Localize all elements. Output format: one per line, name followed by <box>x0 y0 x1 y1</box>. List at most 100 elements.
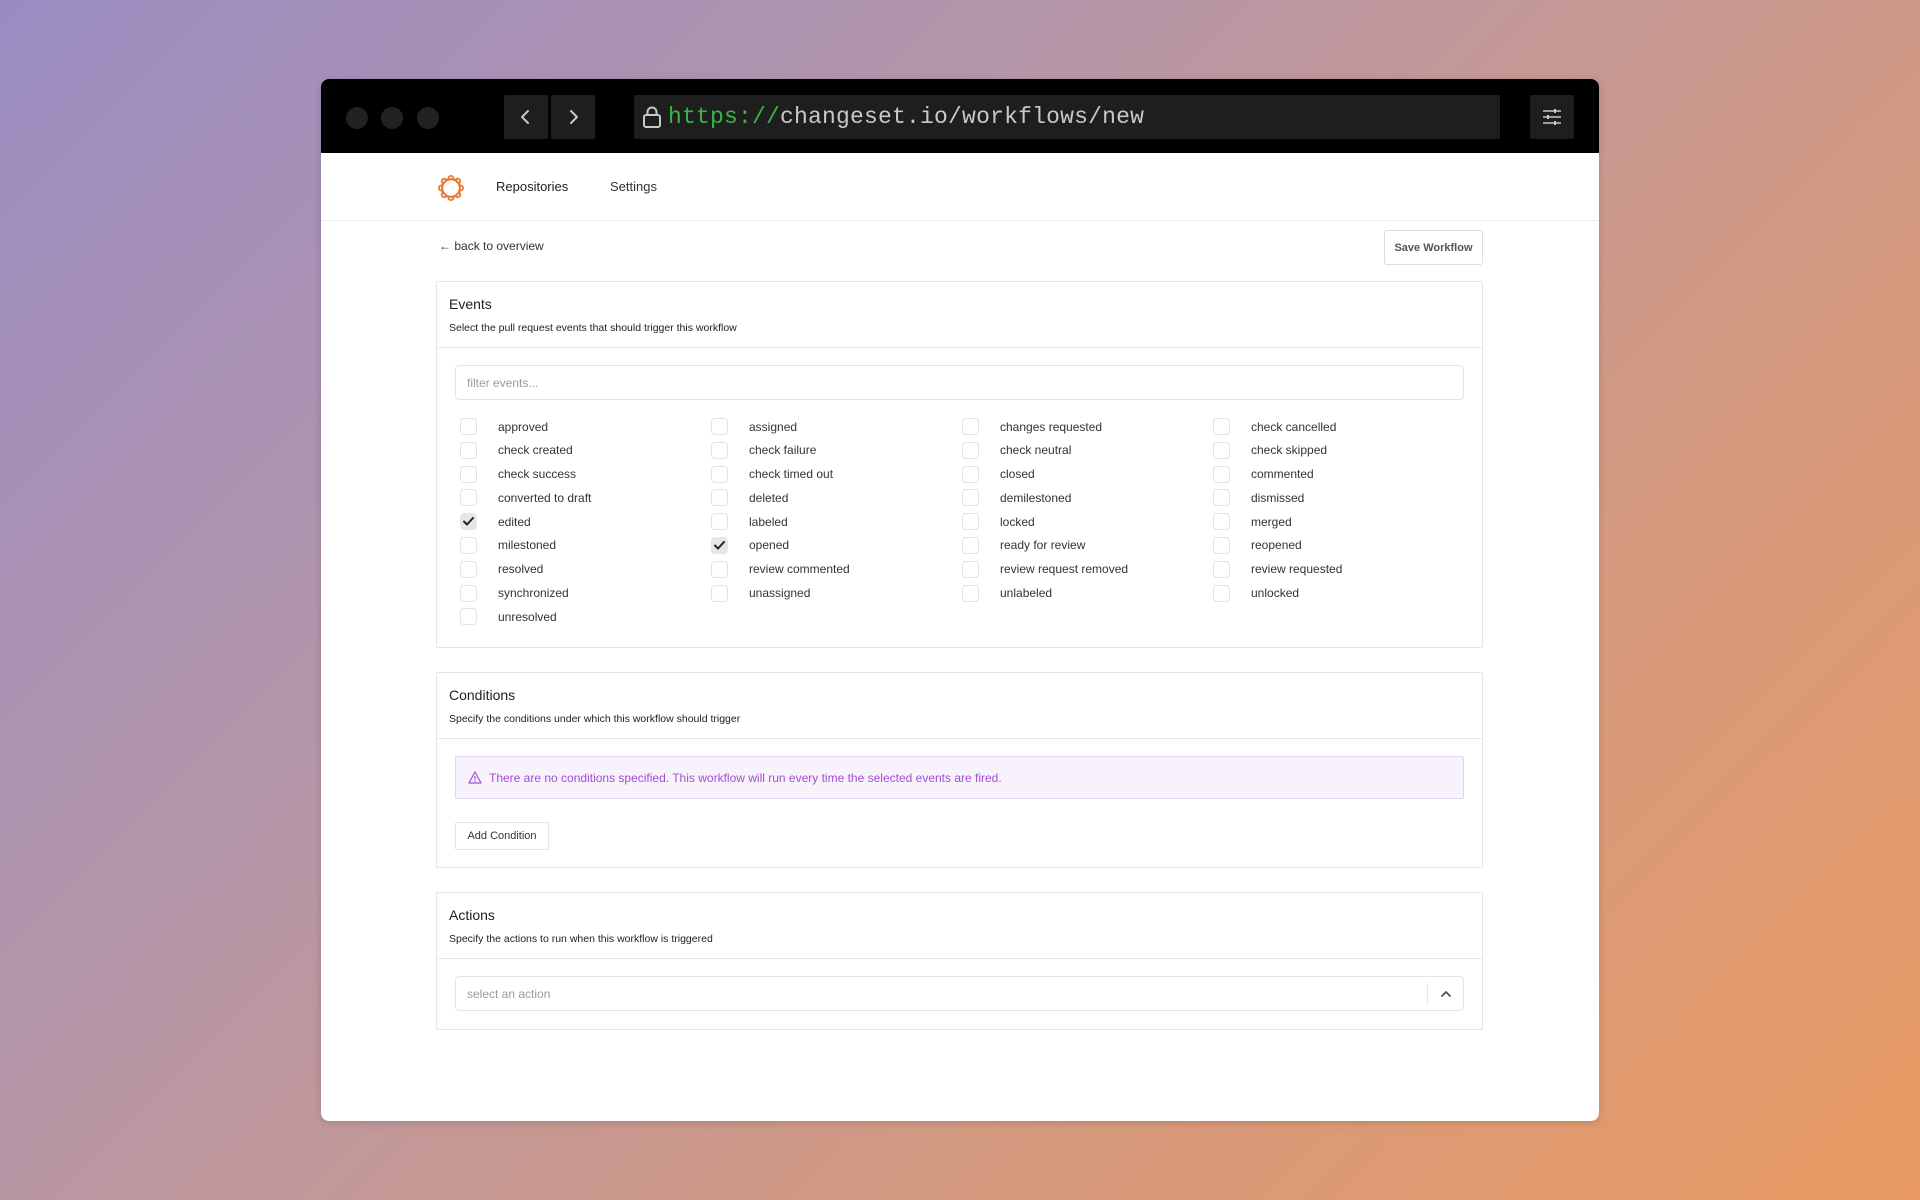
filter-events-input[interactable] <box>455 365 1464 400</box>
event-option[interactable]: check failure <box>711 441 962 459</box>
app-navbar: Repositories Settings <box>321 153 1599 221</box>
event-checkbox[interactable] <box>1213 584 1230 602</box>
event-checkbox[interactable] <box>1213 441 1230 459</box>
window-maximize-button[interactable] <box>417 107 439 129</box>
event-checkbox[interactable] <box>962 560 979 578</box>
event-option[interactable]: check skipped <box>1213 441 1464 459</box>
event-option[interactable]: dismissed <box>1213 489 1464 507</box>
nav-settings[interactable]: Settings <box>610 179 657 194</box>
event-checkbox[interactable] <box>962 513 979 531</box>
event-checkbox[interactable] <box>962 489 979 507</box>
event-checkbox[interactable] <box>1213 489 1230 507</box>
event-option[interactable]: approved <box>460 418 711 435</box>
event-option[interactable]: check success <box>460 465 711 483</box>
event-checkbox[interactable] <box>460 560 477 578</box>
event-option[interactable]: unlocked <box>1213 584 1464 602</box>
event-option[interactable]: reopened <box>1213 536 1464 554</box>
event-checkbox[interactable] <box>460 608 477 626</box>
event-option[interactable]: labeled <box>711 513 962 531</box>
event-checkbox[interactable] <box>711 560 728 578</box>
event-checkbox[interactable] <box>711 418 728 435</box>
event-option[interactable]: commented <box>1213 465 1464 483</box>
event-option[interactable]: review commented <box>711 560 962 578</box>
address-bar[interactable]: https://changeset.io/workflows/new <box>634 95 1500 139</box>
event-label: converted to draft <box>498 490 592 505</box>
no-conditions-alert: There are no conditions specified. This … <box>455 756 1464 800</box>
event-checkbox[interactable] <box>711 536 728 554</box>
event-checkbox[interactable] <box>1213 418 1230 435</box>
sliders-icon <box>1543 109 1561 125</box>
event-checkbox[interactable] <box>460 513 477 531</box>
event-label: opened <box>749 538 790 553</box>
event-option[interactable]: deleted <box>711 489 962 507</box>
event-option[interactable]: review requested <box>1213 560 1464 578</box>
nav-repositories[interactable]: Repositories <box>496 179 568 194</box>
event-checkbox[interactable] <box>1213 465 1230 483</box>
event-label: review commented <box>749 562 850 577</box>
action-select[interactable]: select an action <box>455 976 1464 1012</box>
event-option[interactable]: converted to draft <box>460 489 711 507</box>
event-checkbox[interactable] <box>1213 536 1230 554</box>
event-checkbox[interactable] <box>711 465 728 483</box>
event-checkbox[interactable] <box>460 441 477 459</box>
event-option[interactable]: opened <box>711 536 962 554</box>
forward-button[interactable] <box>551 95 595 139</box>
event-checkbox[interactable] <box>962 441 979 459</box>
event-checkbox[interactable] <box>711 489 728 507</box>
back-to-overview-link[interactable]: ← back to overview <box>439 239 544 253</box>
event-option[interactable]: check neutral <box>962 441 1213 459</box>
event-label: edited <box>498 514 531 529</box>
event-checkbox[interactable] <box>460 489 477 507</box>
event-label: check timed out <box>749 467 834 482</box>
event-checkbox[interactable] <box>962 418 979 435</box>
event-option[interactable]: changes requested <box>962 418 1213 435</box>
event-checkbox[interactable] <box>962 465 979 483</box>
event-option[interactable]: demilestoned <box>962 489 1213 507</box>
event-option[interactable]: assigned <box>711 418 962 435</box>
event-checkbox[interactable] <box>460 584 477 602</box>
event-option[interactable]: check cancelled <box>1213 418 1464 435</box>
event-checkbox[interactable] <box>711 441 728 459</box>
chevron-up-icon <box>1440 990 1451 997</box>
event-checkbox[interactable] <box>460 536 477 554</box>
event-option[interactable]: unassigned <box>711 584 962 602</box>
event-option[interactable]: resolved <box>460 560 711 578</box>
event-option[interactable]: locked <box>962 513 1213 531</box>
event-option[interactable]: ready for review <box>962 536 1213 554</box>
event-label: unlabeled <box>1000 586 1053 601</box>
event-label: changes requested <box>1000 419 1103 434</box>
browser-titlebar: https://changeset.io/workflows/new <box>321 79 1599 153</box>
event-checkbox[interactable] <box>962 584 979 602</box>
alert-text: There are no conditions specified. This … <box>489 770 1002 785</box>
select-toggle[interactable] <box>1427 982 1463 1005</box>
event-option[interactable]: merged <box>1213 513 1464 531</box>
event-checkbox[interactable] <box>1213 560 1230 578</box>
window-close-button[interactable] <box>346 107 368 129</box>
action-select-placeholder: select an action <box>467 986 551 1001</box>
event-label: review request removed <box>1000 562 1129 577</box>
save-workflow-button[interactable]: Save Workflow <box>1384 230 1483 265</box>
event-option[interactable]: milestoned <box>460 536 711 554</box>
event-option[interactable]: unlabeled <box>962 584 1213 602</box>
event-option[interactable]: edited <box>460 513 711 531</box>
event-checkbox[interactable] <box>460 465 477 483</box>
event-option[interactable]: synchronized <box>460 584 711 602</box>
window-minimize-button[interactable] <box>381 107 403 129</box>
event-option[interactable]: check timed out <box>711 465 962 483</box>
browser-menu-button[interactable] <box>1530 95 1574 139</box>
event-checkbox[interactable] <box>460 418 477 435</box>
event-checkbox[interactable] <box>711 513 728 531</box>
arrow-left-icon: ← <box>439 239 455 253</box>
event-checkbox[interactable] <box>711 584 728 602</box>
event-option[interactable]: unresolved <box>460 608 711 626</box>
event-option[interactable]: review request removed <box>962 560 1213 578</box>
event-checkbox[interactable] <box>962 536 979 554</box>
changeset-logo-icon[interactable] <box>437 174 465 202</box>
back-button[interactable] <box>504 95 548 139</box>
event-checkbox[interactable] <box>1213 513 1230 531</box>
event-option[interactable]: check created <box>460 441 711 459</box>
workflow-editor: ← back to overview Save Workflow Events … <box>436 221 1483 1031</box>
events-subtitle: Select the pull request events that shou… <box>449 322 737 334</box>
add-condition-button[interactable]: Add Condition <box>455 822 549 851</box>
event-option[interactable]: closed <box>962 465 1213 483</box>
